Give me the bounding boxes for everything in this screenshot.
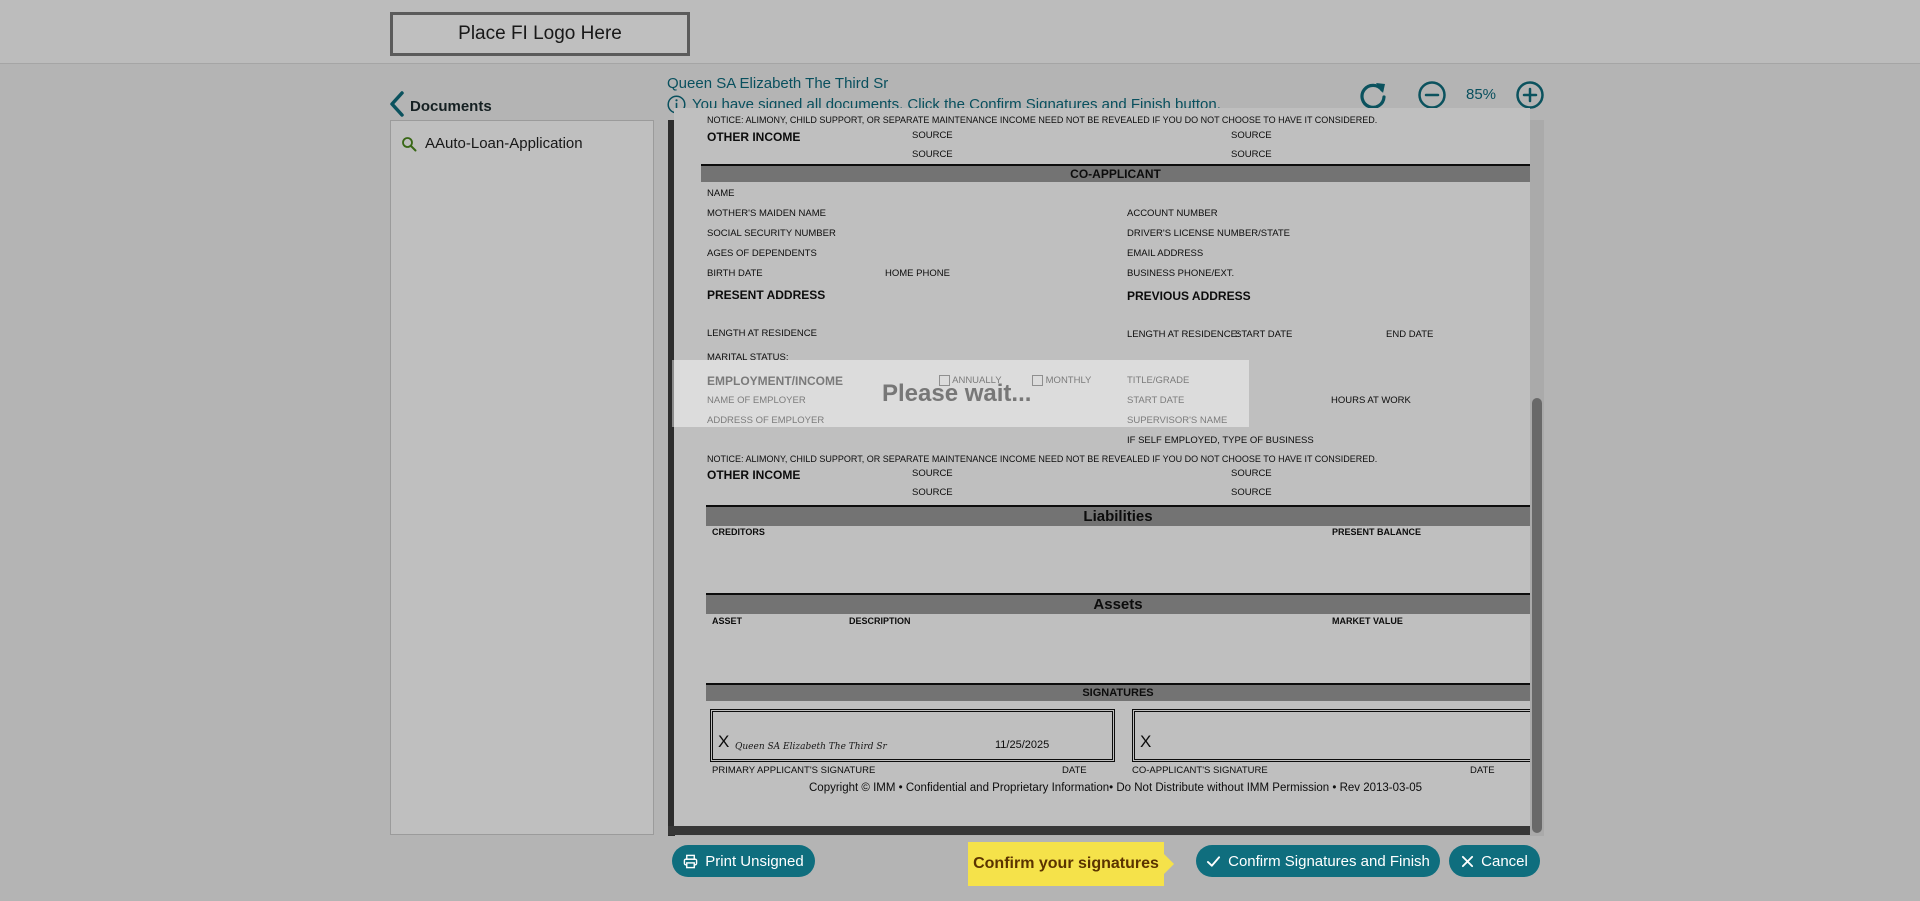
date-label: DATE (1470, 765, 1495, 776)
confirm-signatures-button[interactable]: Confirm Signatures and Finish (1196, 845, 1440, 877)
name-label: NAME (707, 188, 735, 199)
notice-text: NOTICE: ALIMONY, CHILD SUPPORT, OR SEPAR… (707, 454, 1378, 464)
chevron-left-icon (390, 91, 404, 117)
creditors-label: CREDITORS (712, 527, 765, 537)
close-icon (1462, 855, 1474, 867)
prev-length-label: LENGTH AT RESIDENCE: (1127, 329, 1240, 340)
cancel-label: Cancel (1481, 852, 1528, 870)
primary-signature-box[interactable]: X Queen SA Elizabeth The Third Sr 11/25/… (710, 709, 1115, 762)
ssn-label: SOCIAL SECURITY NUMBER (707, 228, 836, 239)
print-unsigned-label: Print Unsigned (705, 852, 804, 870)
zoom-level: 85% (1466, 86, 1497, 103)
print-unsigned-button[interactable]: Print Unsigned (672, 845, 815, 877)
present-address-label: PRESENT ADDRESS (707, 288, 826, 302)
top-bar: Place FI Logo Here (0, 0, 1920, 64)
confirm-callout: Confirm your signatures (968, 842, 1174, 886)
source-label: SOURCE (912, 468, 953, 479)
end-date-label: END DATE (1386, 329, 1434, 340)
other-income-label: OTHER INCOME (707, 468, 801, 482)
source-label: SOURCE (1231, 149, 1272, 160)
signatures-header: SIGNATURES (706, 683, 1530, 701)
birth-date-label: BIRTH DATE (707, 268, 763, 279)
previous-address-label: PREVIOUS ADDRESS (1127, 289, 1251, 303)
market-value-label: MARKET VALUE (1332, 616, 1403, 626)
source-label: SOURCE (1231, 487, 1272, 498)
check-icon (1207, 855, 1221, 867)
business-phone-label: BUSINESS PHONE/EXT. (1127, 268, 1235, 279)
account-number-label: ACCOUNT NUMBER (1127, 208, 1218, 219)
present-balance-label: PRESENT BALANCE (1332, 527, 1422, 537)
dependents-label: AGES OF DEPENDENTS (707, 248, 817, 259)
document-item-label: AAuto-Loan-Application (425, 135, 583, 152)
documents-title: Documents (410, 97, 492, 115)
source-label: SOURCE (912, 130, 953, 141)
zoom-out-icon[interactable] (1417, 80, 1447, 110)
document-list: AAuto-Loan-Application (390, 120, 654, 835)
primary-signature: Queen SA Elizabeth The Third Sr (735, 742, 887, 752)
primary-signature-label: PRIMARY APPLICANT'S SIGNATURE (712, 765, 876, 776)
email-label: EMAIL ADDRESS (1127, 248, 1204, 259)
primary-signature-date: 11/25/2025 (995, 739, 1050, 751)
source-label: SOURCE (912, 149, 953, 160)
co-applicant-header: CO-APPLICANT (701, 164, 1530, 182)
liabilities-header: Liabilities (706, 505, 1530, 526)
search-icon (402, 136, 417, 151)
refresh-icon[interactable] (1358, 80, 1388, 110)
scrollbar-thumb[interactable] (1532, 398, 1542, 833)
co-applicant-signature-box[interactable]: X (1132, 709, 1530, 762)
self-employed-label: IF SELF EMPLOYED, TYPE OF BUSINESS (1127, 435, 1314, 446)
signature-x-mark: X (718, 732, 730, 751)
hours-at-work-label: HOURS AT WORK (1331, 395, 1411, 406)
date-label: DATE (1062, 765, 1087, 776)
document-item[interactable]: AAuto-Loan-Application (401, 135, 583, 152)
asset-label: ASSET (712, 616, 743, 626)
signature-x-mark: X (1140, 732, 1152, 751)
start-date-label: START DATE (1235, 329, 1293, 340)
source-label: SOURCE (1231, 468, 1272, 479)
confirm-signatures-label: Confirm Signatures and Finish (1228, 852, 1430, 870)
license-label: DRIVER'S LICENSE NUMBER/STATE (1127, 228, 1290, 239)
source-label: SOURCE (1231, 130, 1272, 141)
other-income-label: OTHER INCOME (707, 130, 801, 144)
logo-placeholder: Place FI Logo Here (390, 12, 690, 56)
notice-text: NOTICE: ALIMONY, CHILD SUPPORT, OR SEPAR… (707, 115, 1378, 125)
loading-text: Please wait... (882, 380, 1032, 407)
printer-icon (684, 854, 698, 868)
documents-back-link[interactable]: Documents (386, 90, 492, 118)
cancel-button[interactable]: Cancel (1449, 845, 1540, 877)
copyright-text: Copyright © IMM • Confidential and Propr… (809, 782, 1423, 794)
zoom-in-icon[interactable] (1515, 80, 1545, 110)
home-phone-label: HOME PHONE (885, 268, 950, 279)
source-label: SOURCE (912, 487, 953, 498)
maiden-name-label: MOTHER'S MAIDEN NAME (707, 208, 826, 219)
description-label: DESCRIPTION (849, 616, 911, 626)
viewer-bottom-border (668, 826, 1530, 835)
length-at-residence-label: LENGTH AT RESIDENCE (707, 328, 817, 339)
co-signature-label: CO-APPLICANT'S SIGNATURE (1132, 765, 1268, 776)
signer-name: Queen SA Elizabeth The Third Sr (667, 75, 889, 92)
document-page: NOTICE: ALIMONY, CHILD SUPPORT, OR SEPAR… (674, 108, 1530, 826)
assets-header: Assets (706, 593, 1530, 614)
